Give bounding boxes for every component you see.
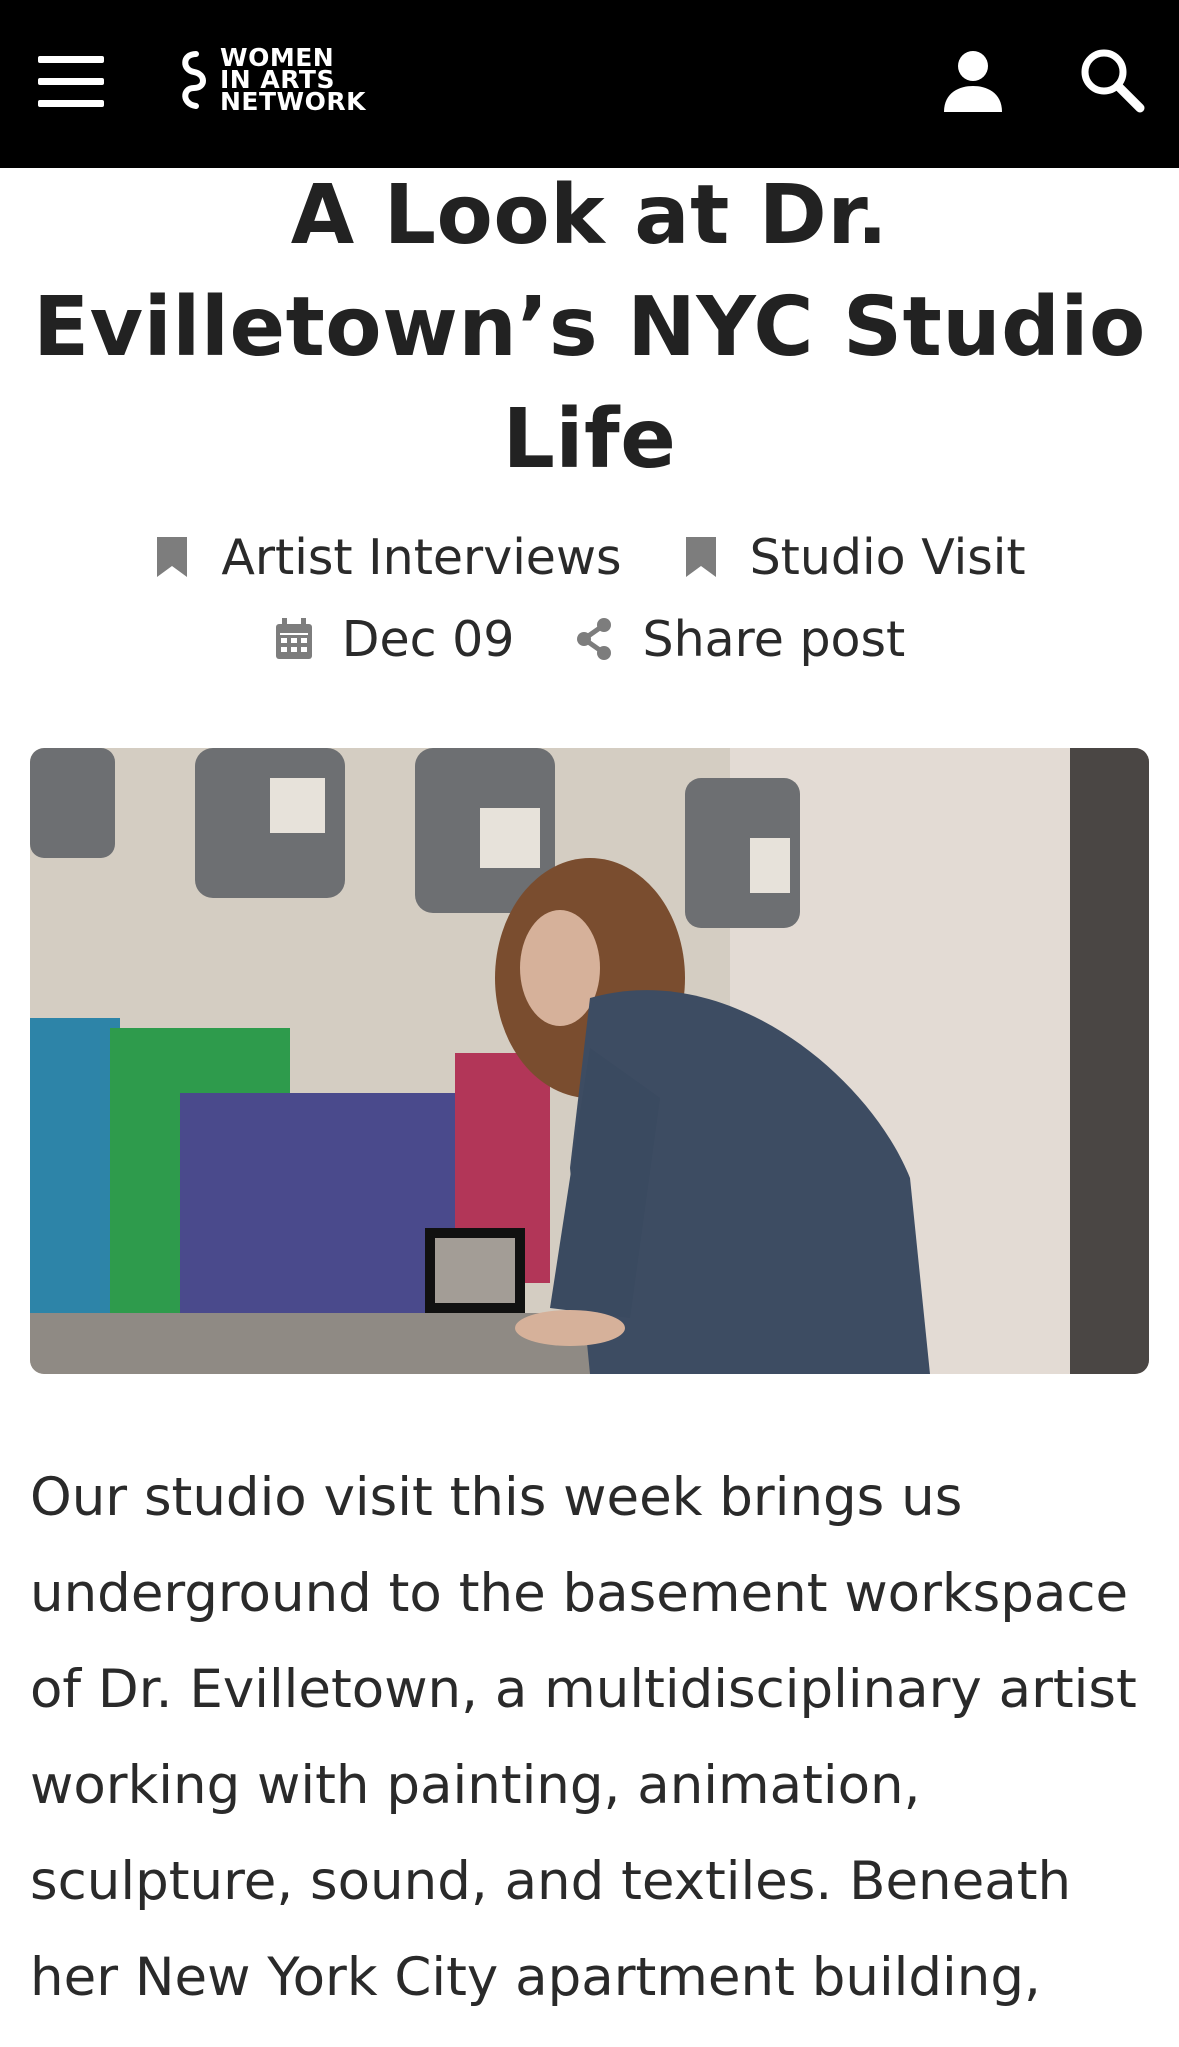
menu-icon[interactable] [38,56,106,108]
body-line: underground to the basement workspace [30,1563,1129,1624]
category-label: Artist Interviews [221,528,622,586]
top-nav-bar: WOMEN IN ARTS NETWORK [0,0,1179,168]
user-icon[interactable] [940,48,1006,114]
date-label: Dec 09 [341,610,515,668]
article-body: Our studio visit this week brings us und… [30,1450,1160,2026]
body-line: working with painting, animation, [30,1755,921,1816]
studio-photo [30,748,1149,1374]
post-date: Dec 09 [274,610,515,668]
category-label: Studio Visit [749,528,1026,586]
category-row: Artist Interviews Studio Visit [0,524,1179,590]
share-label: Share post [642,610,906,668]
logo-line: NETWORK [220,87,367,116]
body-line: Our studio visit this week brings us [30,1467,963,1528]
body-line: of Dr. Evilletown, a multidisciplinary a… [30,1659,1137,1720]
body-line: her New York City apartment building, [30,1947,1041,2008]
calendar-icon [275,618,312,659]
site-logo[interactable]: WOMEN IN ARTS NETWORK [176,40,406,120]
title-line: Evilletown’s NYC Studio [33,280,1146,375]
article-title: A Look at Dr. Evilletown’s NYC Studio Li… [30,160,1149,496]
body-line: sculpture, sound, and textiles. Beneath [30,1851,1072,1912]
date-share-row: Dec 09 Share post [0,606,1179,672]
logo-wordmark: WOMEN IN ARTS NETWORK [220,45,367,116]
category-studio-visit[interactable]: Studio Visit [682,529,1026,586]
hero-image [30,748,1149,1374]
title-line: Life [502,392,677,487]
share-post-button[interactable]: Share post [574,611,905,668]
category-artist-interviews[interactable]: Artist Interviews [153,528,622,586]
bookmark-icon [685,537,716,577]
share-icon [577,618,612,660]
bookmark-icon [157,537,188,577]
search-icon[interactable] [1076,44,1146,114]
title-line: A Look at Dr. [290,168,889,263]
logo-mark-icon [182,51,206,109]
